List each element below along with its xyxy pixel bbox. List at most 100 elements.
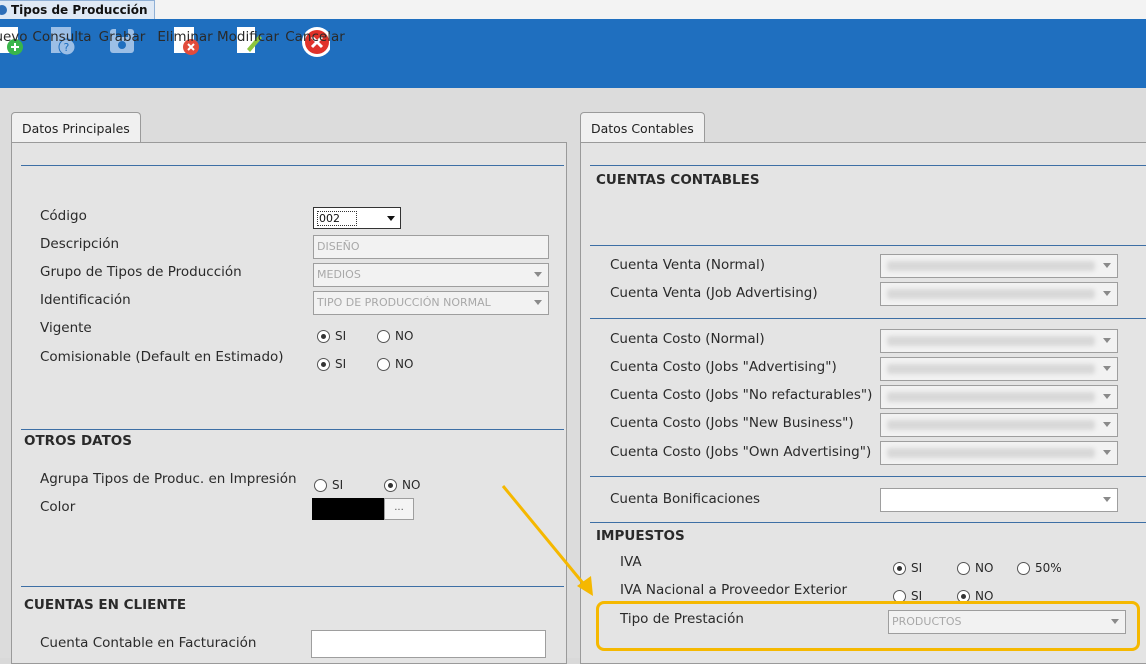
separator [21,429,564,430]
chevron-down-icon [534,272,542,277]
separator [590,245,1146,246]
color-label: Color [40,499,76,515]
iva-radio-50[interactable]: 50% [1017,561,1062,575]
radio-label: SI [332,478,344,492]
radio-label: NO [395,357,414,371]
toolbar: uevo ? Consulta Grabar Eliminar Modifica… [0,19,1146,88]
separator [21,586,564,587]
vigente-radio-no[interactable]: NO [377,329,413,343]
highlight-box [596,601,1140,651]
tab-label: Datos Contables [591,120,694,136]
bonificaciones-select[interactable] [880,488,1118,512]
redacted-value [887,261,1095,271]
radio-label: SI [335,357,347,371]
agrupa-radio-no[interactable]: NO [384,478,420,492]
annotation-arrow-icon [501,485,593,596]
separator [590,522,1146,523]
costo-newbiz-select[interactable] [880,413,1118,437]
radio-off-icon [957,561,970,575]
save-button[interactable]: Grabar [99,25,145,59]
chevron-down-icon [1103,422,1111,427]
radio-on-icon [384,478,397,492]
venta-job-label: Cuenta Venta (Job Advertising) [610,285,818,301]
chevron-down-icon [1103,497,1111,502]
cancel-button[interactable]: Cancelar [285,25,345,59]
modify-label: Modificar [217,29,279,45]
tab-label: Datos Principales [22,120,130,136]
costo-own-label: Cuenta Costo (Jobs "Own Advertising") [610,444,872,460]
cuenta-facturacion-field[interactable] [311,630,546,658]
window-tab[interactable]: Tipos de Producción [0,0,155,20]
consult-button[interactable]: ? Consulta [32,25,92,59]
comisionable-radio-si[interactable]: SI [317,357,346,371]
radio-off-icon [377,357,390,371]
costo-norefac-select[interactable] [880,385,1118,409]
agrupa-label: Agrupa Tipos de Produc. en Impresión [40,471,297,487]
modify-button[interactable]: Modificar [217,25,279,59]
radio-on-icon [317,357,330,371]
radio-label: NO [975,561,994,575]
redacted-value [887,289,1095,299]
radio-label: 50% [1035,561,1062,575]
grupo-label: Grupo de Tipos de Producción [40,264,242,280]
grupo-value: MEDIOS [317,268,361,281]
new-button[interactable]: uevo [0,25,28,59]
comisionable-radio-no[interactable]: NO [377,357,413,371]
grupo-select[interactable]: MEDIOS [313,263,549,287]
costo-norefac-label: Cuenta Costo (Jobs "No refacturables") [610,387,873,403]
redacted-value [887,364,1095,374]
cancel-label: Cancelar [285,29,345,45]
delete-button[interactable]: Eliminar [157,25,213,59]
iva-radio-no[interactable]: NO [957,561,993,575]
radio-label: SI [335,329,347,343]
codigo-value: 002 [317,211,357,226]
chevron-down-icon [1103,338,1111,343]
identificacion-label: Identificación [40,292,131,308]
separator [21,165,564,166]
window-titlebar: Tipos de Producción [0,0,1146,20]
descripcion-field[interactable]: DISEÑO [313,235,549,259]
save-label: Grabar [98,29,146,45]
app-icon [0,5,7,15]
venta-normal-select[interactable] [880,254,1118,278]
chevron-down-icon [1103,450,1111,455]
codigo-select[interactable]: 002 [313,207,401,229]
redacted-value [887,392,1095,402]
vigente-label: Vigente [40,320,92,336]
iva-radio-si[interactable]: SI [893,561,922,575]
identificacion-value: TIPO DE PRODUCCIÓN NORMAL [317,296,491,309]
costo-own-select[interactable] [880,441,1118,465]
chevron-down-icon [1103,394,1111,399]
radio-label: NO [402,478,421,492]
radio-label: NO [395,329,414,343]
costo-normal-select[interactable] [880,329,1118,353]
vigente-radio-si[interactable]: SI [317,329,346,343]
cuenta-facturacion-label: Cuenta Contable en Facturación [40,635,257,651]
redacted-value [887,448,1095,458]
identificacion-select[interactable]: TIPO DE PRODUCCIÓN NORMAL [313,291,549,315]
tab-datos-contables[interactable]: Datos Contables [580,112,705,143]
chevron-down-icon [1103,263,1111,268]
delete-label: Eliminar [157,29,213,45]
otros-datos-heading: OTROS DATOS [24,433,132,449]
costo-adv-select[interactable] [880,357,1118,381]
agrupa-radio-si[interactable]: SI [314,478,343,492]
color-swatch [312,498,384,520]
bonificaciones-label: Cuenta Bonificaciones [610,491,761,507]
separator [590,476,1146,477]
comisionable-label: Comisionable (Default en Estimado) [40,349,284,365]
color-picker-button[interactable]: ... [384,498,414,520]
cuentas-contables-heading: CUENTAS CONTABLES [596,172,760,188]
radio-on-icon [893,561,906,575]
venta-job-select[interactable] [880,282,1118,306]
chevron-down-icon [387,216,395,221]
descripcion-value: DISEÑO [317,240,360,253]
radio-off-icon [314,478,327,492]
radio-off-icon [1017,561,1030,575]
tab-datos-principales[interactable]: Datos Principales [11,112,141,143]
codigo-label: Código [40,208,87,224]
cuentas-cliente-heading: CUENTAS EN CLIENTE [24,597,187,613]
iva-nacional-label: IVA Nacional a Proveedor Exterior [620,582,848,598]
redacted-value [887,420,1095,430]
radio-on-icon [317,329,330,343]
